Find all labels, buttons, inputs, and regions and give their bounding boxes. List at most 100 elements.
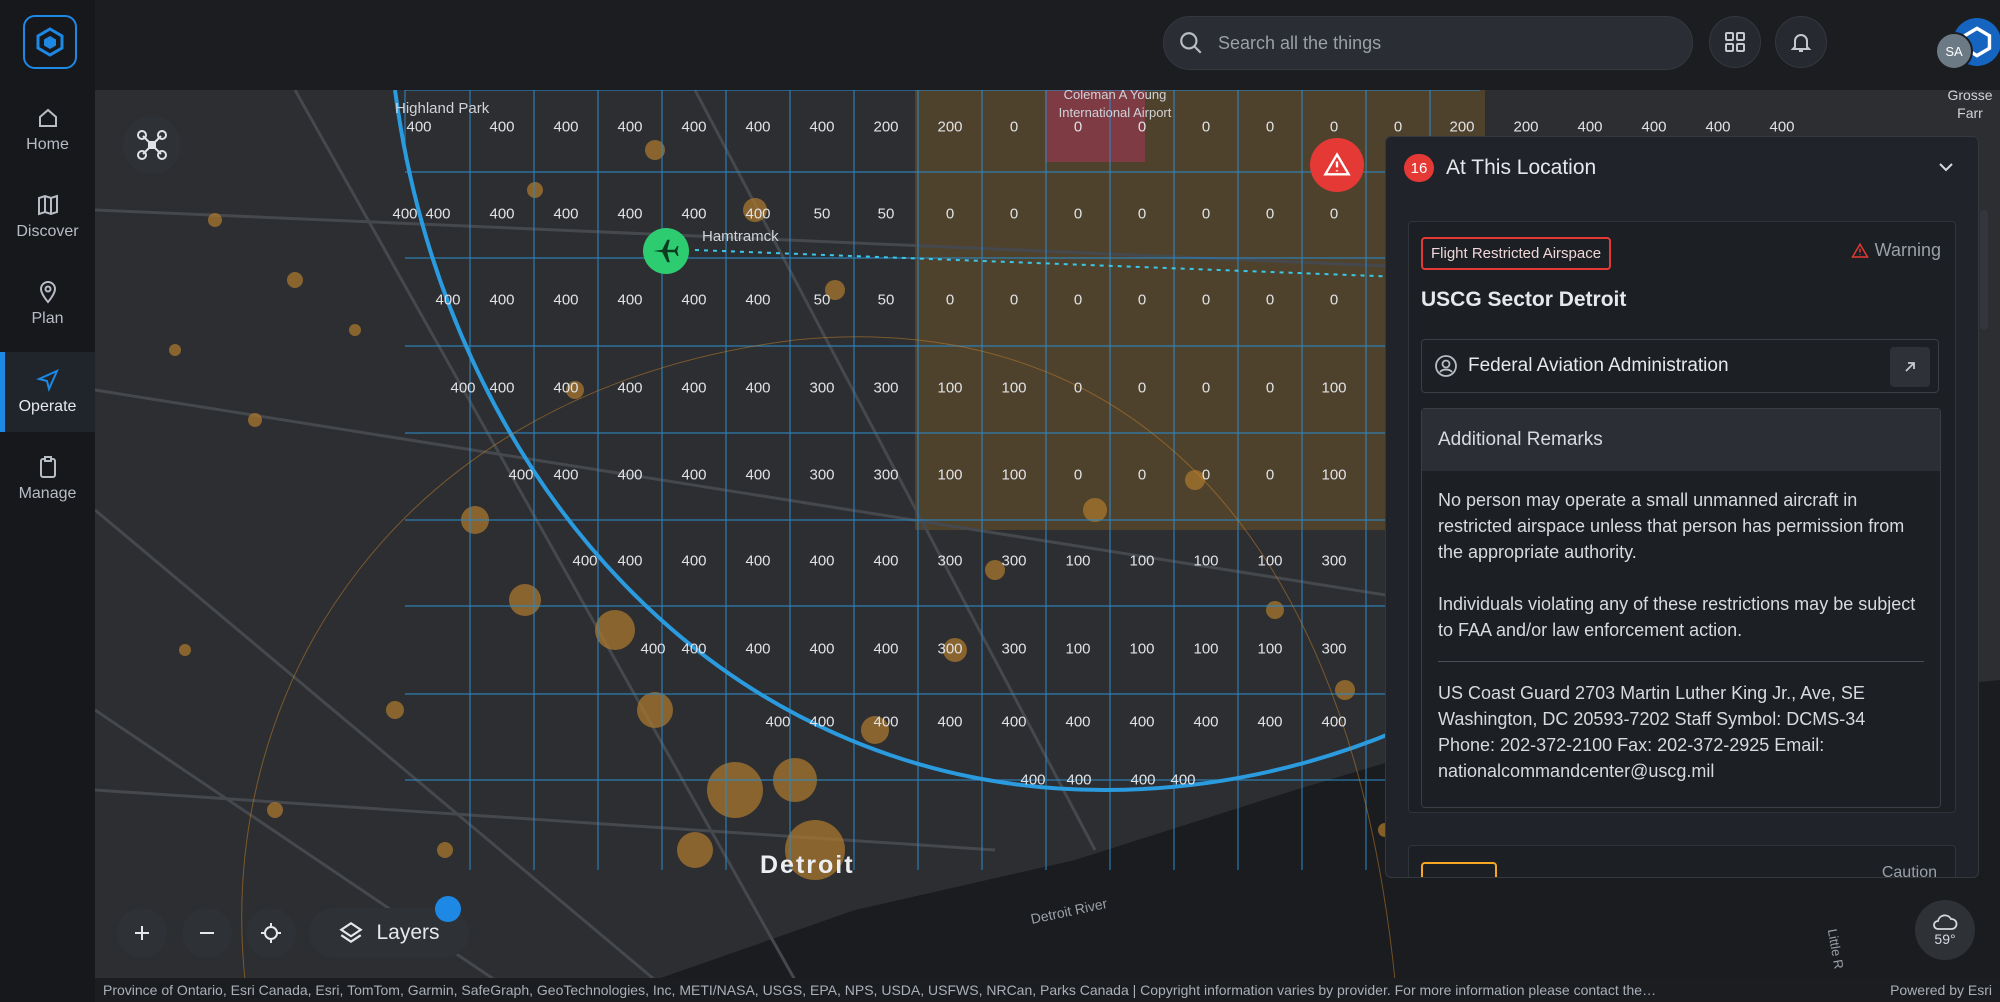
altitude-cell-label: 400 (572, 552, 598, 570)
altitude-cell-label: 0 (1201, 466, 1211, 484)
altitude-cell-label: 400 (553, 466, 579, 484)
altitude-cell-label: 400 (1321, 713, 1347, 731)
grid-icon (1725, 32, 1745, 52)
altitude-cell-label: 0 (1265, 291, 1275, 309)
altitude-cell-label: 400 (617, 379, 643, 397)
cloud-icon (1933, 914, 1958, 930)
nav-item-plan[interactable]: Plan (0, 264, 95, 344)
panel-header[interactable]: 16 At This Location (1386, 137, 1978, 199)
attribution-text: Province of Ontario, Esri Canada, Esri, … (103, 982, 1657, 998)
altitude-cell-label: 100 (1129, 640, 1155, 658)
altitude-cell-label: 0 (945, 291, 955, 309)
altitude-cell-label: 0 (1201, 118, 1211, 136)
panel-scrollbar[interactable] (1980, 210, 1988, 330)
altitude-cell-label: 400 (617, 291, 643, 309)
altitude-cell-label: 400 (745, 379, 771, 397)
pin-icon (39, 281, 56, 304)
locate-button[interactable] (246, 908, 296, 958)
altitude-cell-label: 300 (937, 640, 963, 658)
altitude-cell-label: 200 (1513, 118, 1539, 136)
altitude-cell-label: 400 (553, 291, 579, 309)
altitude-cell-label: 400 (745, 291, 771, 309)
nav-label-operate: Operate (18, 398, 77, 415)
altitude-cell-label: 400 (873, 552, 899, 570)
altitude-cell-label: 300 (937, 552, 963, 570)
altitude-cell-label: 400 (809, 552, 835, 570)
altitude-cell-label: 0 (945, 205, 955, 223)
altitude-cell-label: 0 (1073, 291, 1083, 309)
drone-button[interactable] (123, 116, 181, 174)
altitude-cell-label: 400 (745, 118, 771, 136)
aircraft-marker[interactable] (643, 228, 689, 274)
altitude-cell-label: 200 (937, 118, 963, 136)
label-hamtramck: Hamtramck (702, 228, 779, 245)
apps-button[interactable] (1709, 16, 1761, 68)
notifications-button[interactable] (1775, 16, 1827, 68)
altitude-cell-label: 50 (877, 291, 895, 309)
crosshair-icon (261, 923, 281, 943)
altitude-cell-label: 400 (489, 291, 515, 309)
altitude-cell-label: 0 (1073, 379, 1083, 397)
altitude-cell-label: 400 (1065, 713, 1091, 731)
altitude-cell-label: 400 (508, 466, 534, 484)
altitude-cell-label: 100 (1065, 640, 1091, 658)
search-input[interactable] (1216, 31, 1660, 55)
altitude-cell-label: 400 (1066, 771, 1092, 789)
altitude-cell-label: 300 (873, 466, 899, 484)
sidebar: Home Discover Plan Operate Manage (0, 0, 96, 1002)
altitude-cell-label: 400 (1130, 771, 1156, 789)
altitude-cell-label: 100 (937, 379, 963, 397)
altitude-cell-label: 100 (1257, 552, 1283, 570)
altitude-cell-label: 300 (809, 466, 835, 484)
zoom-in-button[interactable] (117, 908, 167, 958)
user-avatar[interactable]: SA (1935, 32, 1973, 70)
altitude-cell-label: 50 (813, 291, 831, 309)
nav-item-manage[interactable]: Manage (0, 439, 95, 519)
remarks-header: Additional Remarks (1422, 409, 1940, 471)
nav-label-home: Home (26, 136, 69, 153)
altitude-cell-label: 100 (1129, 552, 1155, 570)
altitude-cell-label: 400 (489, 205, 515, 223)
altitude-cell-label: 400 (1170, 771, 1196, 789)
clipboard-icon (39, 456, 56, 478)
nav-item-discover[interactable]: Discover (0, 177, 95, 257)
altitude-cell-label: 400 (745, 466, 771, 484)
zoom-out-button[interactable] (182, 908, 232, 958)
altitude-cell-label: 400 (681, 205, 707, 223)
altitude-cell-label: 400 (681, 118, 707, 136)
remarks-divider (1438, 661, 1924, 662)
altitude-cell-label: 400 (1001, 713, 1027, 731)
weather-widget[interactable]: 59° (1915, 900, 1975, 960)
authority-row[interactable]: Federal Aviation Administration (1421, 339, 1939, 393)
altitude-cell-label: 400 (745, 552, 771, 570)
altitude-cell-label: 0 (1137, 379, 1147, 397)
altitude-cell-label: 100 (1321, 379, 1347, 397)
altitude-cell-label: 0 (1265, 118, 1275, 136)
send-icon (35, 369, 59, 392)
altitude-cell-label: 400 (681, 552, 707, 570)
advisory-card: Flight Restricted Airspace Warning USCG … (1408, 221, 1956, 813)
airspace-warning-marker[interactable] (1310, 138, 1364, 192)
altitude-cell-label: 0 (1265, 379, 1275, 397)
open-external-button[interactable] (1890, 347, 1930, 387)
warning-triangle-icon (1323, 152, 1351, 176)
altitude-cell-label: 400 (681, 379, 707, 397)
powered-by[interactable]: Powered by Esri (1890, 982, 1992, 998)
altitude-cell-label: 300 (1001, 640, 1027, 658)
severity-label: Warning (1850, 240, 1941, 261)
advisory-card-next[interactable]: Caution (1408, 845, 1956, 877)
chevron-down-icon[interactable] (1936, 157, 1956, 177)
altitude-cell-label: 100 (1257, 640, 1283, 658)
search-box[interactable] (1163, 16, 1693, 70)
map-icon (37, 194, 58, 216)
nav-item-operate[interactable]: Operate (0, 352, 95, 432)
altitude-cell-label: 0 (1137, 291, 1147, 309)
altitude-cell-label: 400 (617, 118, 643, 136)
nav-item-home[interactable]: Home (0, 90, 95, 170)
altitude-cell-label: 300 (809, 379, 835, 397)
altitude-cell-label: 100 (1001, 466, 1027, 484)
altitude-cell-label: 400 (1705, 118, 1731, 136)
nav-label-discover: Discover (16, 223, 79, 240)
app-logo[interactable] (23, 15, 77, 69)
altitude-cell-label: 50 (813, 205, 831, 223)
